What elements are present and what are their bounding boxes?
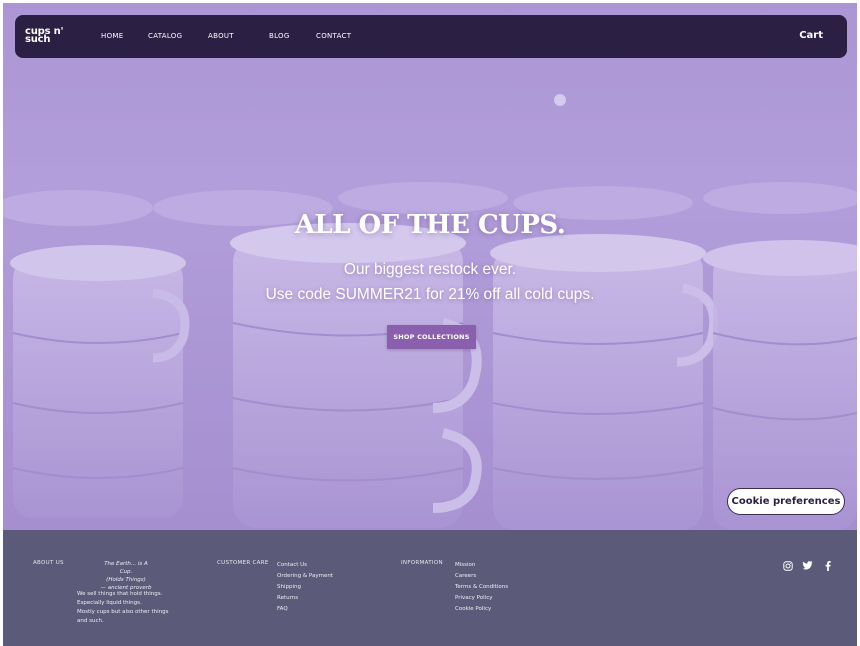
footer-quote: The Earth... is A Cup. (Holds Things) — … (98, 560, 154, 592)
nav-catalog[interactable]: CATALOG (148, 32, 182, 40)
footer-link-contact-us[interactable]: Contact Us (277, 560, 333, 571)
footer-about-heading: ABOUT US (33, 560, 64, 566)
desc-line4: and such. (77, 618, 104, 624)
social-links (782, 560, 833, 571)
logo-line2: such (25, 34, 51, 45)
footer-link-faq[interactable]: FAQ (277, 604, 333, 615)
hero-title: ALL OF THE CUPS. (294, 210, 566, 240)
site-footer: ABOUT US The Earth... is A Cup. (Holds T… (3, 530, 857, 646)
instagram-icon[interactable] (782, 560, 793, 571)
hero-section: cups n' such HOME CATALOG ABOUT BLOG CON… (3, 3, 857, 530)
quote-line2: (Holds Things) (106, 577, 146, 583)
footer-link-terms[interactable]: Terms & Conditions (455, 582, 508, 593)
footer-link-careers[interactable]: Careers (455, 571, 508, 582)
top-navbar: cups n' such HOME CATALOG ABOUT BLOG CON… (15, 15, 847, 58)
page: cups n' such HOME CATALOG ABOUT BLOG CON… (3, 3, 857, 646)
hero-subtitle-line1: Our biggest restock ever. (343, 261, 517, 278)
footer-link-cookie-policy[interactable]: Cookie Policy (455, 604, 508, 615)
twitter-icon[interactable] (802, 560, 813, 571)
footer-link-privacy[interactable]: Privacy Policy (455, 593, 508, 604)
footer-link-shipping[interactable]: Shipping (277, 582, 333, 593)
footer-link-mission[interactable]: Mission (455, 560, 508, 571)
hero-subtitle-line2: Use code SUMMER21 for 21% off all cold c… (265, 286, 595, 303)
footer-info-links: Mission Careers Terms & Conditions Priva… (455, 560, 508, 615)
footer-link-ordering-payment[interactable]: Ordering & Payment (277, 571, 333, 582)
nav-blog[interactable]: BLOG (269, 32, 290, 40)
nav-about[interactable]: ABOUT (208, 32, 234, 40)
desc-line2: Especially liquid things. (77, 600, 142, 606)
footer-care-heading: CUSTOMER CARE (217, 560, 269, 566)
desc-line1: We sell things that hold things. (77, 591, 163, 597)
brand-logo[interactable]: cups n' such (25, 27, 64, 45)
footer-info-heading: INFORMATION (401, 560, 443, 566)
footer-link-returns[interactable]: Returns (277, 593, 333, 604)
facebook-icon[interactable] (822, 560, 833, 571)
nav-contact[interactable]: CONTACT (316, 32, 351, 40)
shop-collections-button[interactable]: SHOP COLLECTIONS (387, 325, 476, 349)
footer-about-description: We sell things that hold things. Especia… (77, 590, 187, 626)
quote-line1: The Earth... is A Cup. (104, 561, 148, 575)
footer-care-links: Contact Us Ordering & Payment Shipping R… (277, 560, 333, 615)
nav-home[interactable]: HOME (101, 32, 123, 40)
cart-link[interactable]: Cart (799, 30, 823, 41)
cookie-preferences-button[interactable]: Cookie preferences (727, 488, 845, 515)
desc-line3: Mostly cups but also other things (77, 609, 169, 615)
